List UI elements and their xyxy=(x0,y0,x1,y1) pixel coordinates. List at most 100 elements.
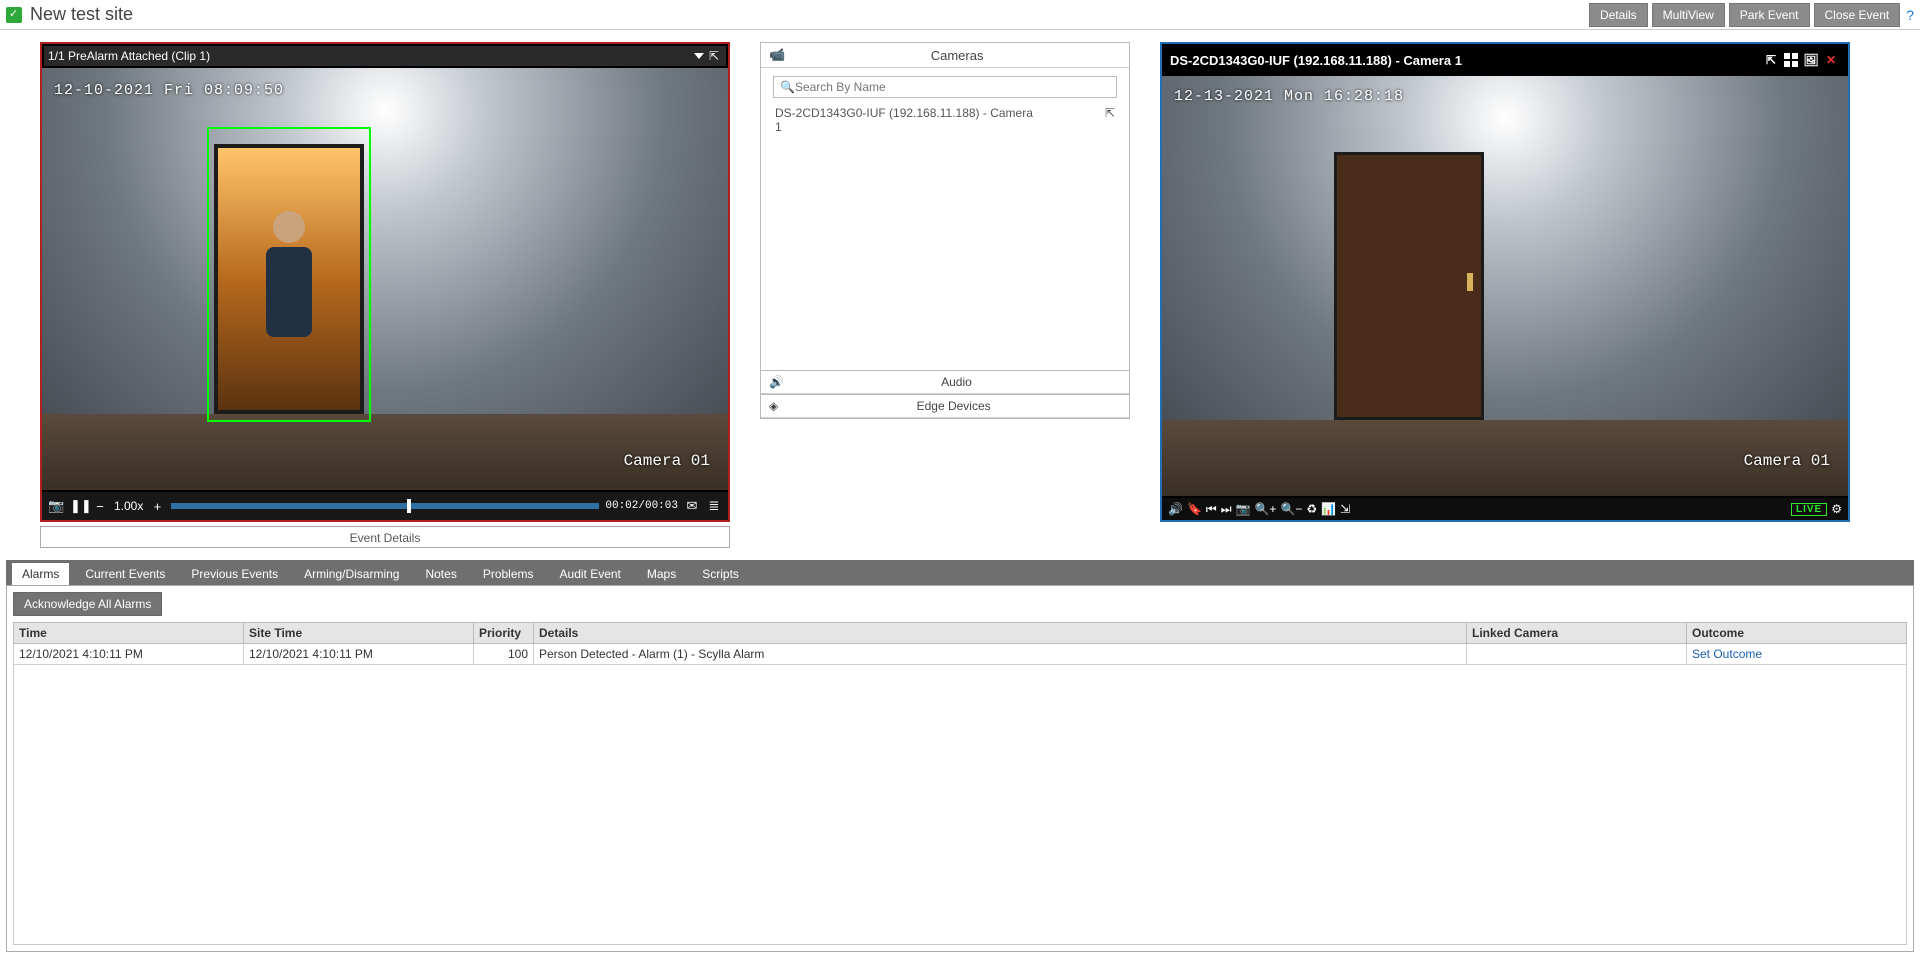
cameras-header: Cameras xyxy=(793,48,1121,63)
recycle-icon[interactable]: ♻ xyxy=(1306,502,1317,516)
playback-speed: 1.00x xyxy=(114,499,143,513)
live-osd-timestamp: 12-13-2021 Mon 16:28:18 xyxy=(1174,88,1404,105)
audio-panel[interactable]: 🔊 Audio xyxy=(760,370,1130,395)
main-area: 1/1 PreAlarm Attached (Clip 1) ⇱ 12-10-2… xyxy=(40,42,1880,548)
park-event-button[interactable]: Park Event xyxy=(1729,3,1810,27)
camera-search[interactable]: 🔍 xyxy=(773,76,1117,98)
close-event-button[interactable]: Close Event xyxy=(1814,3,1901,27)
cell-time: 12/10/2021 4:10:11 PM xyxy=(14,644,244,665)
edge-panel[interactable]: ◈ Edge Devices xyxy=(760,394,1130,419)
alarms-scroll-area[interactable] xyxy=(13,665,1907,945)
camera-item-label: DS-2CD1343G0-IUF (192.168.11.188) - Came… xyxy=(775,106,1035,134)
speed-down-icon[interactable]: − xyxy=(92,499,108,514)
pause-icon[interactable]: ❚❚ xyxy=(70,498,86,514)
talk-icon[interactable]: 🔊 xyxy=(1168,502,1183,516)
event-clip-column: 1/1 PreAlarm Attached (Clip 1) ⇱ 12-10-2… xyxy=(40,42,730,548)
col-linked[interactable]: Linked Camera xyxy=(1467,623,1687,644)
live-badge: LIVE xyxy=(1791,503,1827,516)
top-bar: New test site Details MultiView Park Eve… xyxy=(0,0,1920,30)
col-priority[interactable]: Priority xyxy=(474,623,534,644)
camera-list-item[interactable]: DS-2CD1343G0-IUF (192.168.11.188) - Came… xyxy=(773,98,1117,142)
help-icon[interactable]: ? xyxy=(1906,7,1914,23)
edge-icon: ◈ xyxy=(769,399,778,413)
details-button[interactable]: Details xyxy=(1589,3,1648,27)
zoom-in-icon[interactable]: 🔍+ xyxy=(1254,502,1276,516)
set-outcome-link[interactable]: Set Outcome xyxy=(1692,647,1762,661)
skip-back-icon[interactable]: ⏮ xyxy=(1206,502,1217,517)
playback-track[interactable] xyxy=(171,503,599,509)
tab-notes[interactable]: Notes xyxy=(415,563,466,585)
col-outcome[interactable]: Outcome xyxy=(1687,623,1907,644)
clip-title: 1/1 PreAlarm Attached (Clip 1) xyxy=(48,49,694,63)
tab-maps[interactable]: Maps xyxy=(637,563,686,585)
playback-time: 00:02/00:03 xyxy=(605,500,678,512)
detected-person xyxy=(248,211,330,405)
export-icon[interactable]: ⇲ xyxy=(1340,502,1350,516)
col-details[interactable]: Details xyxy=(534,623,1467,644)
mail-icon[interactable]: ✉ xyxy=(684,498,700,514)
col-site-time[interactable]: Site Time xyxy=(244,623,474,644)
event-video-frame: 1/1 PreAlarm Attached (Clip 1) ⇱ 12-10-2… xyxy=(40,42,730,522)
playback-knob[interactable] xyxy=(407,499,411,513)
live-osd-camera: Camera 01 xyxy=(1744,452,1830,470)
live-column: DS-2CD1343G0-IUF (192.168.11.188) - Came… xyxy=(1160,42,1850,548)
tab-bar: Alarms Current Events Previous Events Ar… xyxy=(6,560,1914,585)
alarms-table: Time Site Time Priority Details Linked C… xyxy=(13,622,1907,665)
cameras-panel: 📹 Cameras 🔍 DS-2CD1343G0-IUF (192.168.11… xyxy=(760,42,1130,371)
tab-problems[interactable]: Problems xyxy=(473,563,544,585)
playback-bar: 📷 ❚❚ − 1.00x + 00:02/00:03 ✉ ≣ xyxy=(42,492,728,520)
tab-arming[interactable]: Arming/Disarming xyxy=(294,563,409,585)
cell-linked xyxy=(1467,644,1687,665)
popout-icon[interactable]: ⇱ xyxy=(706,48,722,64)
zoom-out-icon[interactable]: 🔍− xyxy=(1280,502,1302,516)
snapshot-icon[interactable]: 📷 xyxy=(48,498,64,514)
cell-details: Person Detected - Alarm (1) - Scylla Ala… xyxy=(534,644,1467,665)
gear-icon[interactable]: ⚙ xyxy=(1831,502,1842,516)
cell-priority: 100 xyxy=(474,644,534,665)
speaker-icon: 🔊 xyxy=(769,375,784,389)
clip-titlebar: 1/1 PreAlarm Attached (Clip 1) ⇱ xyxy=(44,46,726,66)
close-icon[interactable]: ✕ xyxy=(1822,52,1840,68)
live-titlebar: DS-2CD1343G0-IUF (192.168.11.188) - Came… xyxy=(1164,46,1846,74)
cell-outcome[interactable]: Set Outcome xyxy=(1687,644,1907,665)
chevron-down-icon[interactable] xyxy=(694,53,704,59)
cell-site-time: 12/10/2021 4:10:11 PM xyxy=(244,644,474,665)
search-icon: 🔍 xyxy=(780,80,795,94)
ack-all-button[interactable]: Acknowledge All Alarms xyxy=(13,592,162,616)
popout-icon[interactable]: ⇱ xyxy=(1762,52,1780,68)
tab-audit[interactable]: Audit Event xyxy=(550,563,631,585)
osd-camera-label: Camera 01 xyxy=(624,452,710,470)
grid-icon[interactable] xyxy=(1782,52,1800,68)
stats-icon[interactable]: 📊 xyxy=(1321,502,1336,516)
col-time[interactable]: Time xyxy=(14,623,244,644)
camera-list-spacer xyxy=(773,142,1117,362)
multiview-button[interactable]: MultiView xyxy=(1652,3,1725,27)
picture-icon[interactable]: 🖼 xyxy=(1802,52,1820,68)
live-feed[interactable] xyxy=(1162,76,1848,496)
camera-search-input[interactable] xyxy=(795,80,1110,94)
skip-fwd-icon[interactable]: ⏭ xyxy=(1221,502,1232,517)
alarms-panel: Acknowledge All Alarms Time Site Time Pr… xyxy=(6,585,1914,952)
tab-scripts[interactable]: Scripts xyxy=(692,563,749,585)
live-door xyxy=(1334,152,1485,421)
table-header-row: Time Site Time Priority Details Linked C… xyxy=(14,623,1907,644)
live-title: DS-2CD1343G0-IUF (192.168.11.188) - Came… xyxy=(1170,53,1760,68)
audio-header: Audio xyxy=(792,375,1121,389)
tab-alarms[interactable]: Alarms xyxy=(12,563,69,585)
live-toolbar: 🔊 🔖 ⏮ ⏭ 📷 🔍+ 🔍− ♻ 📊 ⇲ LIVE ⚙ xyxy=(1162,498,1848,520)
tab-previous-events[interactable]: Previous Events xyxy=(181,563,288,585)
bookmark-icon[interactable]: 🔖 xyxy=(1187,502,1202,516)
open-camera-icon[interactable]: ⇱ xyxy=(1105,106,1115,120)
site-title: New test site xyxy=(30,4,1585,25)
event-details-panel[interactable]: Event Details xyxy=(40,526,730,548)
tab-current-events[interactable]: Current Events xyxy=(75,563,175,585)
list-icon[interactable]: ≣ xyxy=(706,498,722,514)
snapshot-icon[interactable]: 📷 xyxy=(1236,502,1251,516)
devices-column: 📹 Cameras 🔍 DS-2CD1343G0-IUF (192.168.11… xyxy=(760,42,1130,548)
event-feed[interactable] xyxy=(42,68,728,490)
speed-up-icon[interactable]: + xyxy=(149,499,165,514)
table-row[interactable]: 12/10/2021 4:10:11 PM 12/10/2021 4:10:11… xyxy=(14,644,1907,665)
osd-timestamp: 12-10-2021 Fri 08:09:50 xyxy=(54,82,284,99)
live-video-frame: DS-2CD1343G0-IUF (192.168.11.188) - Came… xyxy=(1160,42,1850,522)
camera-icon: 📹 xyxy=(769,47,785,63)
